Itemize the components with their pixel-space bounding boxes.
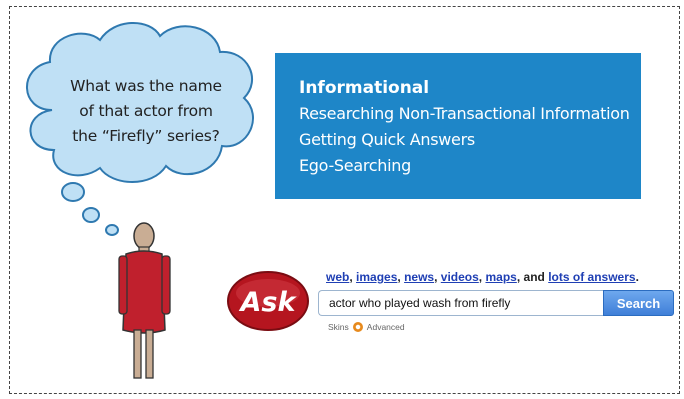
search-vertical-links: web, images, news, videos, maps, and lot…: [326, 270, 639, 284]
ask-logo-text: Ask: [239, 287, 298, 318]
link-maps[interactable]: maps: [485, 270, 516, 284]
skins-gear-icon[interactable]: [352, 322, 363, 332]
informational-title: Informational: [299, 78, 430, 98]
informational-item: Researching Non-Transactional Informatio…: [299, 104, 630, 123]
search-button[interactable]: Search: [603, 290, 674, 316]
thought-dot-medium: [82, 207, 100, 223]
thought-line: of that actor from: [79, 102, 213, 120]
and-text: and: [523, 270, 545, 284]
person-figure: [118, 222, 171, 379]
search-input[interactable]: [318, 290, 605, 316]
search-options: Skins Advanced: [328, 322, 405, 332]
advanced-link[interactable]: Advanced: [367, 322, 405, 332]
informational-item: Getting Quick Answers: [299, 130, 475, 149]
thought-line: the “Firefly” series?: [72, 127, 220, 145]
ask-logo[interactable]: Ask: [226, 269, 312, 333]
link-images[interactable]: images: [356, 270, 397, 284]
link-web[interactable]: web: [326, 270, 349, 284]
informational-item: Ego-Searching: [299, 156, 411, 175]
thought-dot-small: [105, 224, 119, 236]
informational-box: Informational Researching Non-Transactio…: [275, 53, 641, 199]
link-lots-of-answers[interactable]: lots of answers: [548, 270, 635, 284]
thought-dot-large: [61, 182, 85, 202]
link-videos[interactable]: videos: [441, 270, 479, 284]
thought-text: What was the name of that actor from the…: [56, 74, 236, 149]
link-news[interactable]: news: [404, 270, 434, 284]
thought-line: What was the name: [70, 77, 222, 95]
skins-link[interactable]: Skins: [328, 322, 349, 332]
